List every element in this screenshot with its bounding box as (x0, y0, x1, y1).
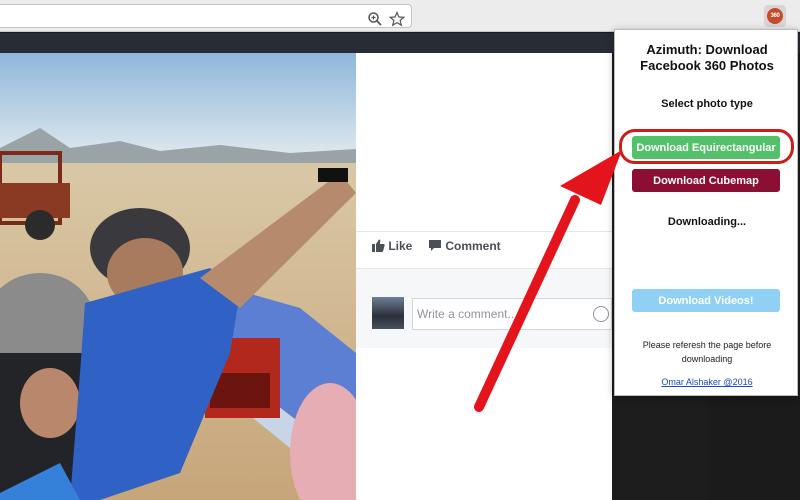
comment-input[interactable]: Write a comment... (412, 298, 612, 330)
popup-title: Azimuth: Download Facebook 360 Photos (640, 42, 774, 73)
360-photo[interactable] (0, 53, 356, 500)
post-sidebar: Like Comment Write a comment... (356, 53, 612, 500)
browser-toolbar: 360 (0, 0, 800, 32)
address-bar[interactable] (0, 4, 412, 28)
emoji-icon[interactable] (593, 306, 609, 322)
post-action-bar: Like Comment (356, 231, 612, 261)
comment-bubble-icon (429, 240, 441, 251)
author-credit-link[interactable]: Omar Alshaker @2016 (615, 377, 799, 387)
bookmark-star-icon[interactable] (389, 11, 405, 27)
comment-section: Write a comment... (356, 268, 612, 348)
page-background-dark (708, 393, 800, 500)
download-cubemap-button[interactable]: Download Cubemap (632, 169, 780, 192)
zoom-icon[interactable] (367, 11, 383, 27)
comment-label: Comment (445, 239, 501, 253)
azimuth-popup: Azimuth: Download Facebook 360 Photos Se… (614, 29, 798, 396)
comment-placeholder: Write a comment... (417, 307, 518, 321)
azimuth-extension-button[interactable]: 360 (764, 5, 786, 27)
thumbs-up-icon (372, 239, 385, 252)
avatar (372, 297, 404, 329)
download-status: Downloading... (667, 216, 747, 228)
download-videos-button[interactable]: Download Videos! (632, 289, 780, 312)
select-photo-type-label: Select photo type (661, 98, 753, 110)
like-button[interactable]: Like (372, 239, 412, 253)
refresh-note: Please referesh the page before download… (642, 340, 772, 364)
extension-360-icon: 360 (767, 8, 783, 24)
comment-button[interactable]: Comment (428, 239, 501, 253)
download-equirectangular-button[interactable]: Download Equirectangular (632, 136, 780, 159)
photo-scene (0, 53, 356, 500)
like-label: Like (388, 239, 413, 253)
